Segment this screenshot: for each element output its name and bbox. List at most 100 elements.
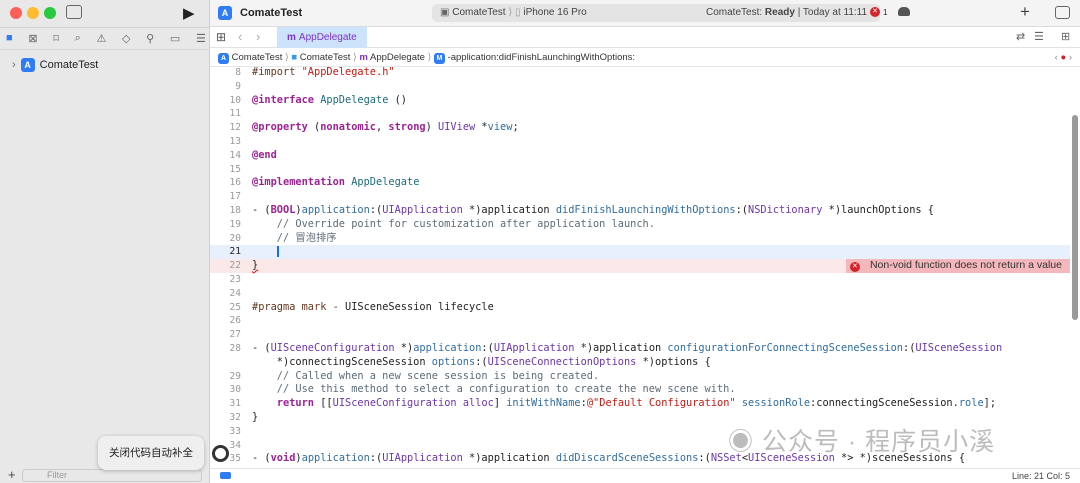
line-number[interactable]: 8 [210, 66, 241, 80]
line-number[interactable]: 27 [210, 328, 241, 342]
code-line[interactable]: 26 [210, 314, 1070, 328]
code-line[interactable]: 25 #pragma mark - UISceneSession lifecycl… [210, 301, 1070, 315]
code-line[interactable]: 12 @property (nonatomic, strong) UIView *… [210, 121, 1070, 135]
search-icon[interactable]: ⌕ [75, 32, 81, 45]
bookmark-icon[interactable]: ⌑ [53, 32, 59, 45]
editor-scrollbar[interactable] [1072, 115, 1078, 320]
line-number[interactable]: 12 [210, 121, 241, 135]
line-number[interactable]: 26 [210, 314, 241, 328]
code-line[interactable]: 13 [210, 135, 1070, 149]
code-line[interactable]: 22} ✕ Non-void function does not return a … [210, 259, 1070, 273]
forward-button[interactable]: › [256, 29, 260, 44]
navigator-sidebar: ▶ ■ ⊠ ⌑ ⌕ ⚠ ◇ ⚲ ▭ ☰ › A ComateTest + Fil… [0, 0, 210, 483]
code-line[interactable]: 29 // Called when a new scene session is… [210, 370, 1070, 384]
code-line[interactable]: 17 [210, 190, 1070, 204]
code-line[interactable]: 11 [210, 107, 1070, 121]
filter-input[interactable]: Filter [22, 469, 202, 482]
breadcrumb-file[interactable]: AppDelegate [370, 52, 425, 63]
code-token: AppDelegate [351, 176, 420, 189]
issue-navigation[interactable]: ‹ ● › [1055, 48, 1072, 67]
tab-appdelegate[interactable]: m AppDelegate [277, 27, 367, 48]
line-number[interactable]: 31 [210, 397, 241, 411]
line-number[interactable]: 20 [210, 232, 241, 246]
line-number[interactable]: 11 [210, 107, 241, 121]
breakpoint-icon[interactable]: ▭ [170, 32, 180, 45]
code-token: } [252, 410, 259, 423]
code-line[interactable]: 28 - (UISceneConfiguration *)application:… [210, 342, 1070, 356]
warning-icon[interactable]: ⚠ [96, 32, 106, 45]
back-button[interactable]: ‹ [238, 29, 242, 44]
line-number[interactable]: 18 [210, 204, 241, 218]
test-icon[interactable]: ◇ [122, 32, 130, 45]
line-number[interactable]: 29 [210, 370, 241, 384]
code-line[interactable]: 20 // 冒泡排序 [210, 232, 1070, 246]
line-number[interactable]: 21 [210, 245, 241, 259]
code-line[interactable]: 10 @interface AppDelegate () [210, 94, 1070, 108]
code-token: NSDictionary [748, 203, 823, 216]
code-token: :connectingSceneSession. [810, 397, 959, 410]
breadcrumb-project[interactable]: ComateTest [232, 52, 283, 63]
related-items-icon[interactable]: ⊞ [216, 30, 226, 44]
add-editor-icon[interactable]: ⊞ [1061, 30, 1070, 43]
line-number[interactable]: 13 [210, 135, 241, 149]
line-number[interactable]: 16 [210, 176, 241, 190]
line-number[interactable]: 17 [210, 190, 241, 204]
code-token: #pragma mark - [252, 300, 345, 313]
device-selector[interactable]: iPhone 16 Pro [523, 7, 586, 18]
line-number[interactable]: 14 [210, 149, 241, 163]
code-text: #import "AppDelegate.h" [252, 66, 395, 80]
minimize-window-button[interactable] [27, 7, 39, 19]
inspector-toggle-icon[interactable] [1055, 6, 1070, 19]
line-number[interactable]: 25 [210, 301, 241, 315]
code-line[interactable]: *)connectingSceneSession options:(UIScen… [210, 356, 1070, 370]
breadcrumb-group[interactable]: ComateTest [300, 52, 351, 63]
editor-options-icon[interactable]: ☰ [1034, 30, 1044, 43]
breadcrumb-method[interactable]: -application:didFinishLaunchingWithOptio… [448, 52, 635, 63]
sidebar-toggle-icon[interactable] [66, 5, 82, 19]
code-line[interactable]: 30 // Use this method to select a config… [210, 383, 1070, 397]
line-number[interactable]: 19 [210, 218, 241, 232]
code-token: [[ [314, 397, 333, 410]
code-line[interactable]: 23 [210, 273, 1070, 287]
line-number[interactable]: 10 [210, 94, 241, 108]
debug-icon[interactable]: ⚲ [146, 32, 154, 45]
code-line[interactable]: 14 @end [210, 149, 1070, 163]
disclosure-chevron-icon[interactable]: › [12, 59, 16, 71]
navigator-item-project[interactable]: › A ComateTest [12, 58, 98, 72]
code-line[interactable]: 24 [210, 287, 1070, 301]
run-button[interactable]: ▶ [183, 4, 195, 22]
scheme-selector[interactable]: ComateTest [452, 7, 505, 18]
swap-icon[interactable]: ⇄ [1016, 30, 1025, 43]
code-line[interactable]: 8 #import "AppDelegate.h" [210, 66, 1070, 80]
line-number[interactable]: 28 [210, 342, 241, 356]
error-annotation[interactable]: ✕ Non-void function does not return a val… [845, 259, 1070, 273]
line-number[interactable]: 15 [210, 163, 241, 177]
debug-area-toggle[interactable] [220, 472, 231, 479]
code-line[interactable]: 31 return [[UISceneConfiguration alloc] … [210, 397, 1070, 411]
close-window-button[interactable] [10, 7, 22, 19]
code-token: application [413, 341, 482, 354]
code-line[interactable]: 18 - (BOOL)application:(UIApplication *)a… [210, 204, 1070, 218]
line-number[interactable]: 9 [210, 80, 241, 94]
folder-icon[interactable]: ■ [6, 32, 13, 44]
add-tab-button[interactable]: + [1020, 2, 1030, 22]
code-line[interactable]: 15 [210, 163, 1070, 177]
line-number[interactable]: 30 [210, 383, 241, 397]
source-control-icon[interactable]: ⊠ [28, 32, 37, 45]
code-line[interactable]: 19 // Override point for customization a… [210, 218, 1070, 232]
code-line[interactable]: 9 [210, 80, 1070, 94]
error-count-indicator[interactable]: ✕ 1 [870, 7, 887, 17]
line-number[interactable]: 23 [210, 273, 241, 287]
code-text: // Override point for customization afte… [252, 218, 655, 232]
code-line[interactable]: 16 @implementation AppDelegate [210, 176, 1070, 190]
code-line[interactable]: 21 [210, 245, 1070, 260]
report-icon[interactable]: ☰ [196, 32, 206, 45]
line-number[interactable]: 32 [210, 411, 241, 425]
zoom-window-button[interactable] [44, 7, 56, 19]
add-icon[interactable]: + [8, 468, 16, 482]
line-number[interactable]: 22 [210, 259, 241, 273]
line-number[interactable]: 24 [210, 287, 241, 301]
code-line[interactable]: 27 [210, 328, 1070, 342]
code-editor[interactable]: 8 #import "AppDelegate.h" 9 10 @interface Ap… [210, 66, 1070, 467]
line-number[interactable]: 33 [210, 425, 241, 439]
